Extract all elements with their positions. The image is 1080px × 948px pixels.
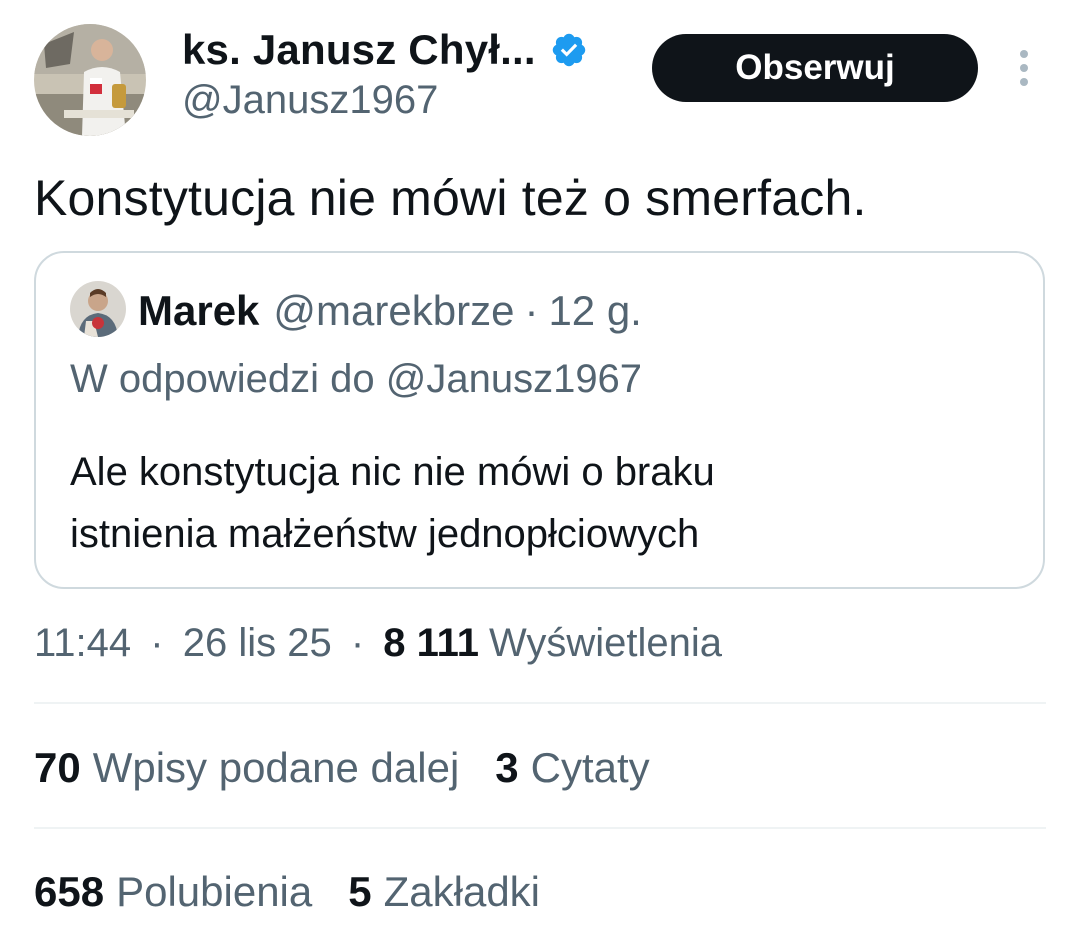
retweets-label: Wpisy podane dalej bbox=[92, 744, 460, 791]
quoted-header: Marek @marekbrze · 12 g. bbox=[138, 283, 642, 339]
likes-stat[interactable]: 658 Polubienia bbox=[34, 860, 312, 924]
quoted-author-avatar[interactable] bbox=[70, 281, 126, 337]
bookmarks-count: 5 bbox=[348, 868, 372, 915]
bookmarks-stat[interactable]: 5 Zakładki bbox=[348, 860, 540, 924]
quoted-reply-context: W odpowiedzi do @Janusz1967 bbox=[70, 357, 643, 401]
stats-row-reposts: 70 Wpisy podane dalej 3 Cytaty bbox=[34, 736, 686, 800]
retweets-stat[interactable]: 70 Wpisy podane dalej bbox=[34, 736, 459, 800]
follow-button[interactable]: Obserwuj bbox=[652, 34, 978, 102]
author-handle[interactable]: @Janusz1967 bbox=[182, 78, 438, 123]
quoted-author-name[interactable]: Marek bbox=[138, 287, 259, 335]
tweet-time[interactable]: 11:44 bbox=[34, 621, 131, 665]
bookmarks-label: Zakładki bbox=[383, 868, 541, 915]
tweet-date[interactable]: 26 lis 25 bbox=[183, 621, 332, 665]
separator-dot: · bbox=[524, 287, 539, 334]
stats-row-likes: 658 Polubienia 5 Zakładki bbox=[34, 860, 576, 924]
verified-badge-icon bbox=[552, 33, 585, 67]
views-count: 8 111 bbox=[383, 621, 479, 665]
divider bbox=[34, 827, 1046, 829]
separator-dot: · bbox=[150, 621, 164, 665]
more-options-icon[interactable] bbox=[1010, 46, 1038, 90]
separator-dot: · bbox=[350, 621, 365, 665]
likes-label: Polubienia bbox=[116, 868, 313, 915]
author-name-row[interactable]: ks. Janusz Chył... bbox=[182, 20, 588, 80]
quotes-stat[interactable]: 3 Cytaty bbox=[495, 736, 649, 800]
retweets-count: 70 bbox=[34, 744, 81, 791]
views-label: Wyświetlenia bbox=[488, 621, 723, 665]
likes-count: 658 bbox=[34, 868, 105, 915]
tweet-text: Konstytucja nie mówi też o smerfach. bbox=[34, 170, 867, 226]
quoted-author-handle[interactable]: @marekbrze bbox=[273, 287, 514, 335]
tweet-meta: 11:44 · 26 lis 25 · 8 111 Wyświetlenia bbox=[34, 612, 722, 674]
author-name[interactable]: ks. Janusz Chył... bbox=[182, 26, 536, 74]
divider bbox=[34, 702, 1046, 704]
quoted-text-line: istnienia małżeństw jednopłciowych bbox=[70, 512, 700, 556]
quotes-label: Cytaty bbox=[530, 744, 650, 791]
author-avatar[interactable] bbox=[34, 24, 146, 136]
quoted-timestamp[interactable]: 12 g. bbox=[548, 287, 641, 335]
quoted-text: Ale konstytucja nic nie mówi o braku ist… bbox=[70, 441, 1010, 565]
quotes-count: 3 bbox=[495, 744, 519, 791]
quoted-tweet-card[interactable]: Marek @marekbrze · 12 g. W odpowiedzi do… bbox=[34, 251, 1045, 589]
quoted-text-line: Ale konstytucja nic nie mówi o braku bbox=[70, 450, 715, 494]
